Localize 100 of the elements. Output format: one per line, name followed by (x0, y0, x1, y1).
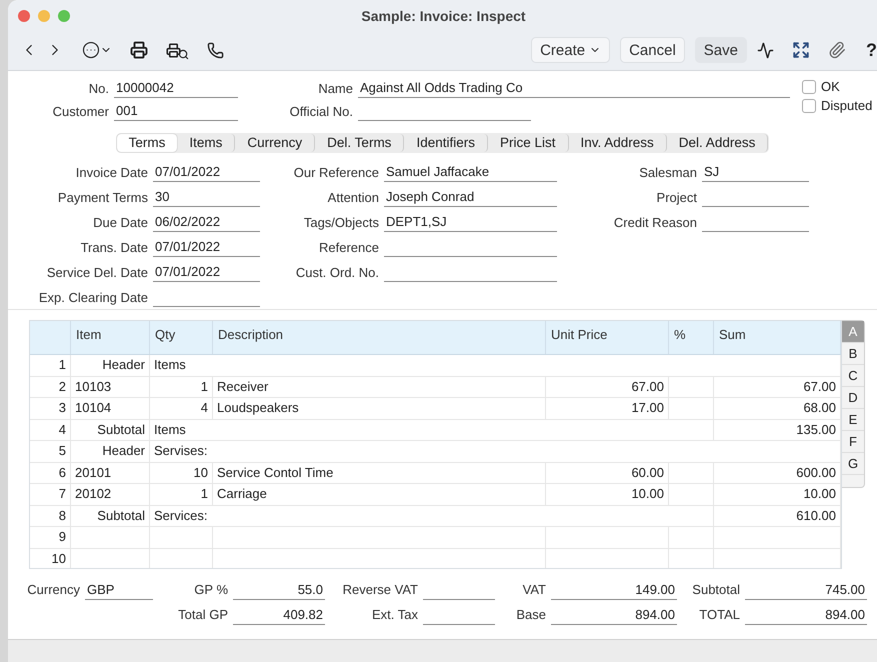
total-label: Currency (26, 581, 81, 599)
table-cell: 60.00 (546, 462, 669, 483)
index-tab[interactable]: C (842, 365, 864, 387)
total-field[interactable]: 55.0 (233, 581, 325, 600)
total-field[interactable]: 149.00 (551, 581, 677, 600)
field-label: Our Reference (292, 164, 380, 182)
total-label: Total GP (177, 606, 229, 624)
total-field[interactable]: 745.00 (745, 581, 867, 600)
total-field[interactable]: 894.00 (551, 606, 677, 625)
table-cell: Services: (150, 506, 714, 526)
row-number: 8 (30, 506, 71, 526)
index-tab[interactable]: F (842, 431, 864, 453)
tab[interactable]: Del. Terms (315, 134, 404, 152)
table-cell: 10103 (71, 376, 150, 397)
table-cell: 67.00 (546, 376, 669, 397)
text-field[interactable]: 07/01/2022 (153, 263, 260, 282)
text-field[interactable]: 30 (153, 188, 260, 207)
paperclip-icon[interactable] (828, 41, 846, 59)
table-cell: Items (150, 420, 714, 440)
expand-icon[interactable] (792, 41, 810, 59)
field-label: Trans. Date (80, 239, 149, 257)
index-tab[interactable]: B (842, 343, 864, 365)
row-number: 9 (30, 527, 71, 548)
total-label: GP % (193, 581, 229, 599)
index-tab[interactable]: E (842, 409, 864, 431)
tab[interactable]: Terms (116, 134, 178, 152)
table-cell: Service Contol Time (213, 462, 546, 483)
field-label: Tags/Objects (302, 214, 380, 232)
total-field[interactable]: 894.00 (745, 606, 867, 625)
checkbox[interactable] (802, 80, 816, 94)
tab[interactable]: Items (177, 134, 236, 152)
field-label: Customer (52, 103, 110, 121)
tab[interactable]: Identifiers (404, 134, 488, 152)
table-cell: 17.00 (546, 398, 669, 418)
text-field[interactable]: Samuel Jaffacake (384, 163, 557, 182)
text-field[interactable]: DEPT1,SJ (384, 213, 557, 232)
save-button[interactable]: Save (694, 37, 747, 63)
text-field[interactable]: Joseph Conrad (384, 188, 557, 207)
table-cell: 67.00 (714, 376, 841, 397)
tab[interactable]: Inv. Address (568, 134, 667, 152)
index-tab[interactable]: G (842, 453, 864, 475)
field-label: Project (656, 189, 698, 207)
row-number: 5 (30, 441, 71, 462)
text-field[interactable]: 06/02/2022 (153, 213, 260, 232)
text-field[interactable]: SJ (702, 163, 809, 182)
column-header[interactable]: Qty (150, 321, 213, 354)
field-label: Salesman (638, 164, 698, 182)
tab[interactable]: Currency (235, 134, 316, 152)
printer-icon[interactable] (130, 41, 148, 59)
table-cell: 135.00 (714, 420, 841, 440)
activity-icon[interactable] (757, 42, 774, 58)
field-label: Credit Reason (612, 214, 698, 232)
window-title: Sample: Invoice: Inspect (360, 8, 527, 24)
cancel-button[interactable]: Cancel (620, 37, 685, 63)
help-button[interactable]: ? (866, 40, 877, 60)
total-label: TOTAL (698, 606, 741, 624)
phone-icon[interactable] (207, 42, 224, 58)
table-cell: Receiver (213, 376, 546, 397)
field-label: Official No. (288, 103, 354, 121)
field-label: No. (88, 80, 110, 98)
table-cell: 10 (150, 462, 213, 483)
create-button[interactable]: Create (531, 37, 610, 63)
table-cell: 20101 (71, 462, 150, 483)
text-field[interactable]: 07/01/2022 (153, 238, 260, 257)
table-cell: 1 (150, 376, 213, 397)
index-tab[interactable]: D (842, 387, 864, 409)
column-header[interactable]: Item (71, 321, 150, 354)
column-header[interactable]: Sum (714, 321, 841, 354)
row-type-cell: Header (71, 355, 150, 376)
checkbox[interactable] (802, 98, 816, 112)
text-field[interactable]: 07/01/2022 (153, 163, 260, 182)
column-header[interactable]: % (669, 321, 714, 354)
tab[interactable]: Del. Address (666, 134, 768, 152)
row-type-cell: Header (71, 441, 150, 462)
text-field[interactable]: 10000042 (114, 79, 238, 98)
row-number: 7 (30, 484, 71, 504)
row-type-cell: Subtotal (71, 506, 150, 526)
field-label: Due Date (92, 214, 149, 232)
table-cell: 600.00 (714, 462, 841, 483)
total-field[interactable]: GBP (85, 581, 153, 600)
table-cell: Loudspeakers (213, 398, 546, 418)
table-cell: Items (150, 355, 841, 376)
text-field[interactable]: Against All Odds Trading Co (358, 79, 790, 98)
total-field[interactable]: 409.82 (233, 606, 325, 625)
column-header[interactable]: Unit Price (546, 321, 669, 354)
zoom-button[interactable] (58, 10, 70, 22)
column-header[interactable]: Description (213, 321, 546, 354)
row-number: 1 (30, 355, 71, 376)
checkbox-label: OK (821, 79, 840, 94)
field-label: Exp. Clearing Date (38, 289, 149, 307)
table-cell: 20102 (71, 484, 150, 504)
table-cell: 4 (150, 398, 213, 418)
more-menu-icon[interactable] (82, 41, 112, 59)
table-cell: 10.00 (714, 484, 841, 504)
text-field[interactable]: 001 (114, 102, 238, 121)
print-preview-icon[interactable] (166, 40, 189, 60)
table-cell: 10104 (71, 398, 150, 418)
table-cell: 610.00 (714, 506, 841, 526)
tab[interactable]: Price List (488, 134, 568, 152)
close-button[interactable] (18, 10, 30, 22)
